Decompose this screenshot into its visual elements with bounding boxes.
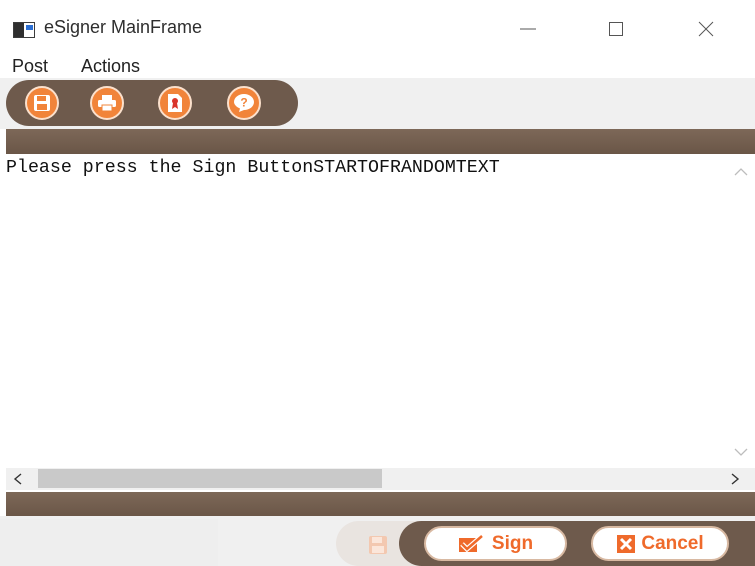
menu-actions[interactable]: Actions — [81, 56, 140, 77]
print-button[interactable] — [90, 86, 124, 120]
message-text: Please press the Sign ButtonSTARTOFRANDO… — [6, 158, 500, 178]
scroll-down-icon[interactable] — [733, 446, 749, 458]
menu-post[interactable]: Post — [12, 56, 48, 77]
top-divider-strip — [6, 129, 755, 154]
disabled-floppy-icon — [369, 536, 387, 554]
window-title: eSigner MainFrame — [44, 17, 203, 37]
svg-text:?: ? — [240, 96, 247, 110]
printer-icon — [98, 95, 116, 112]
checkbox-check-icon — [458, 533, 484, 552]
sign-button[interactable]: Sign — [424, 526, 567, 561]
certificate-document-icon — [168, 94, 182, 112]
save-button[interactable] — [25, 86, 59, 120]
floppy-disk-icon — [34, 95, 50, 111]
close-icon — [698, 21, 714, 37]
action-bar-left-panel — [0, 519, 218, 566]
help-button[interactable]: ? — [227, 86, 261, 120]
scroll-left-icon[interactable] — [12, 472, 24, 486]
app-icon — [13, 22, 35, 38]
scroll-up-icon[interactable] — [733, 166, 749, 178]
cancel-button[interactable]: Cancel — [591, 526, 729, 561]
sign-button-label: Sign — [491, 532, 534, 554]
horizontal-scroll-thumb[interactable] — [38, 469, 382, 488]
message-text-area[interactable] — [6, 154, 727, 468]
question-mark-icon: ? — [234, 94, 254, 112]
minimize-icon — [520, 28, 536, 30]
certificate-button[interactable] — [158, 86, 192, 120]
maximize-button[interactable] — [594, 12, 638, 46]
bottom-divider-strip — [6, 492, 755, 517]
vertical-scrollbar[interactable] — [727, 154, 755, 468]
minimize-button[interactable] — [506, 12, 550, 46]
close-button[interactable] — [684, 12, 728, 46]
cancel-x-icon — [617, 534, 636, 553]
scroll-right-icon[interactable] — [729, 472, 741, 486]
maximize-icon — [609, 22, 623, 36]
cancel-button-label: Cancel — [641, 532, 704, 554]
